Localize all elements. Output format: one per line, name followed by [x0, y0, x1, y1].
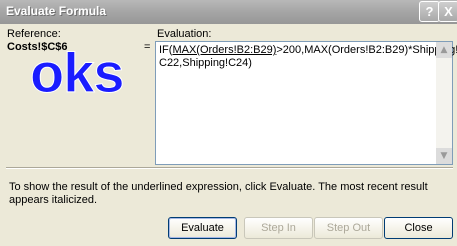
evaluate-button-label: Evaluate [181, 222, 224, 234]
overlay-watermark-text: oks [30, 41, 125, 105]
close-button[interactable]: Close [384, 217, 453, 239]
underlined-expression: MAX(Orders!B2:B29) [172, 44, 277, 56]
step-in-button[interactable]: Step In [244, 217, 313, 239]
evaluation-label: Evaluation: [157, 28, 212, 40]
dialog-title: Evaluate Formula [6, 4, 107, 18]
equals-sign: = [144, 41, 151, 53]
evaluate-formula-dialog: Evaluate Formula ? X Reference: Costs!$C… [0, 0, 457, 246]
formula-text: IF(MAX(Orders!B2:B29)>200,MAX(Orders!B2:… [159, 44, 457, 70]
close-button-label: Close [404, 222, 433, 234]
formula-line-2: C22,Shipping!C24) [159, 57, 252, 69]
title-bar[interactable]: Evaluate Formula ? X [0, 0, 457, 24]
formula-line-1: IF(MAX(Orders!B2:B29)>200,MAX(Orders!B2:… [159, 44, 457, 57]
evaluation-box[interactable]: IF(MAX(Orders!B2:B29)>200,MAX(Orders!B2:… [155, 41, 457, 165]
vertical-scrollbar[interactable]: ▲ ▼ [436, 42, 452, 164]
help-icon[interactable]: ? [419, 1, 440, 22]
reference-label: Reference: [7, 28, 61, 40]
divider [6, 167, 453, 169]
scroll-up-icon[interactable]: ▲ [436, 42, 452, 58]
step-out-button[interactable]: Step Out [314, 217, 383, 239]
formula-suffix: >200,MAX(Orders!B2:B29)*Shipping! [276, 44, 457, 56]
step-in-button-label: Step In [261, 222, 296, 234]
step-out-button-label: Step Out [326, 222, 371, 234]
formula-prefix: IF( [159, 44, 173, 56]
close-icon[interactable]: X [438, 1, 457, 22]
info-text: To show the result of the underlined exp… [9, 181, 428, 206]
evaluate-button[interactable]: Evaluate [168, 217, 237, 239]
scroll-down-icon[interactable]: ▼ [436, 148, 452, 164]
